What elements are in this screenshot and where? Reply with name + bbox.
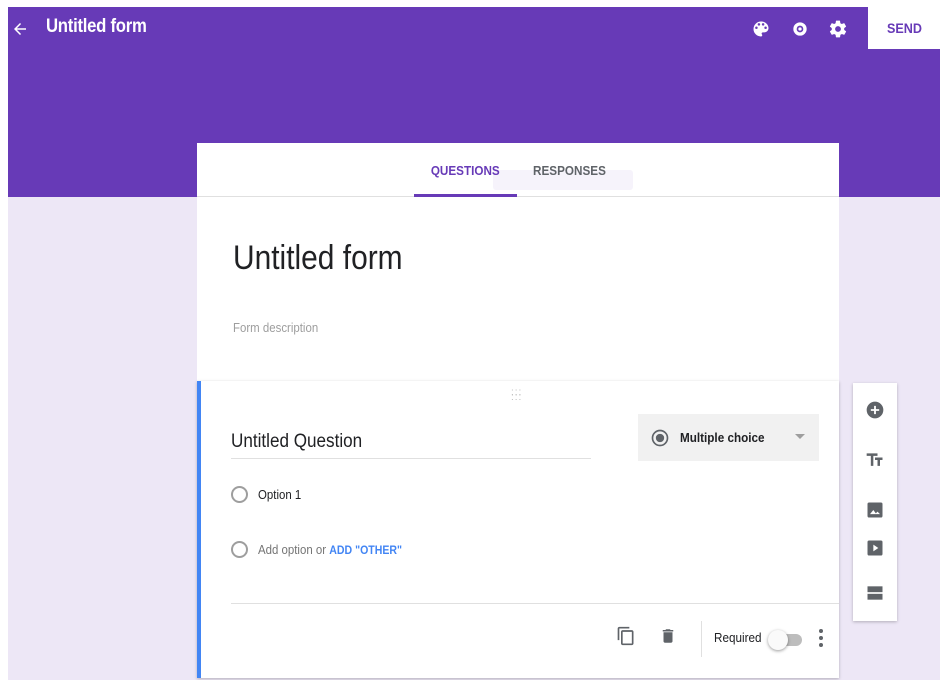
footer-separator	[701, 621, 702, 657]
question-type-label: Multiple choice	[680, 430, 765, 445]
palette-icon[interactable]	[749, 17, 773, 41]
required-toggle[interactable]	[768, 630, 804, 650]
page-left-edge	[0, 0, 8, 680]
send-button[interactable]: SEND	[868, 7, 940, 49]
add-section-icon[interactable]	[863, 581, 887, 605]
back-arrow-icon[interactable]	[8, 17, 32, 41]
question-title-input[interactable]: Untitled Question	[231, 425, 591, 459]
radio-circle-icon	[231, 540, 248, 558]
side-toolbar	[853, 383, 897, 621]
footer-divider	[231, 603, 839, 604]
page-right-edge	[940, 0, 948, 680]
drag-handle-icon[interactable]: ::::::	[511, 388, 522, 403]
tab-questions[interactable]: QUESTIONS	[414, 143, 517, 197]
add-option-text: Add option or ADD "OTHER"	[258, 542, 402, 557]
option-row: Option 1	[231, 482, 307, 506]
add-image-icon[interactable]	[863, 498, 887, 522]
duplicate-icon[interactable]	[614, 624, 638, 648]
form-description-field[interactable]: Form description	[233, 320, 318, 335]
form-title-card: Untitled form Form description	[197, 197, 839, 381]
eye-icon[interactable]	[788, 17, 812, 41]
add-other-link[interactable]: ADD "OTHER"	[329, 543, 402, 557]
tab-responses[interactable]: RESPONSES	[517, 143, 622, 197]
add-title-icon[interactable]	[863, 448, 887, 472]
add-video-icon[interactable]	[863, 536, 887, 560]
option-label[interactable]: Option 1	[258, 487, 301, 502]
form-title[interactable]: Untitled form	[233, 239, 403, 278]
radio-circle-icon	[231, 485, 248, 503]
or-label: or	[315, 541, 327, 557]
question-title-text: Untitled Question	[231, 431, 363, 452]
question-card[interactable]: :::::: Untitled Question Multiple choice…	[197, 381, 839, 678]
gear-icon[interactable]	[826, 17, 850, 41]
required-label: Required	[714, 630, 762, 645]
delete-icon[interactable]	[656, 624, 680, 648]
add-option-link[interactable]: Add option	[258, 542, 313, 557]
more-options-icon[interactable]	[812, 626, 830, 650]
page-top-edge	[0, 0, 948, 7]
tabs-bar: QUESTIONS RESPONSES	[197, 143, 839, 197]
dropdown-arrow-icon	[795, 434, 805, 439]
app-title: Untitled form	[46, 16, 147, 37]
toggle-knob	[768, 630, 788, 650]
question-type-dropdown[interactable]: Multiple choice	[638, 414, 819, 461]
add-option-row: Add option or ADD "OTHER"	[231, 537, 422, 561]
add-question-icon[interactable]	[863, 398, 887, 422]
radio-button-icon	[651, 429, 669, 446]
